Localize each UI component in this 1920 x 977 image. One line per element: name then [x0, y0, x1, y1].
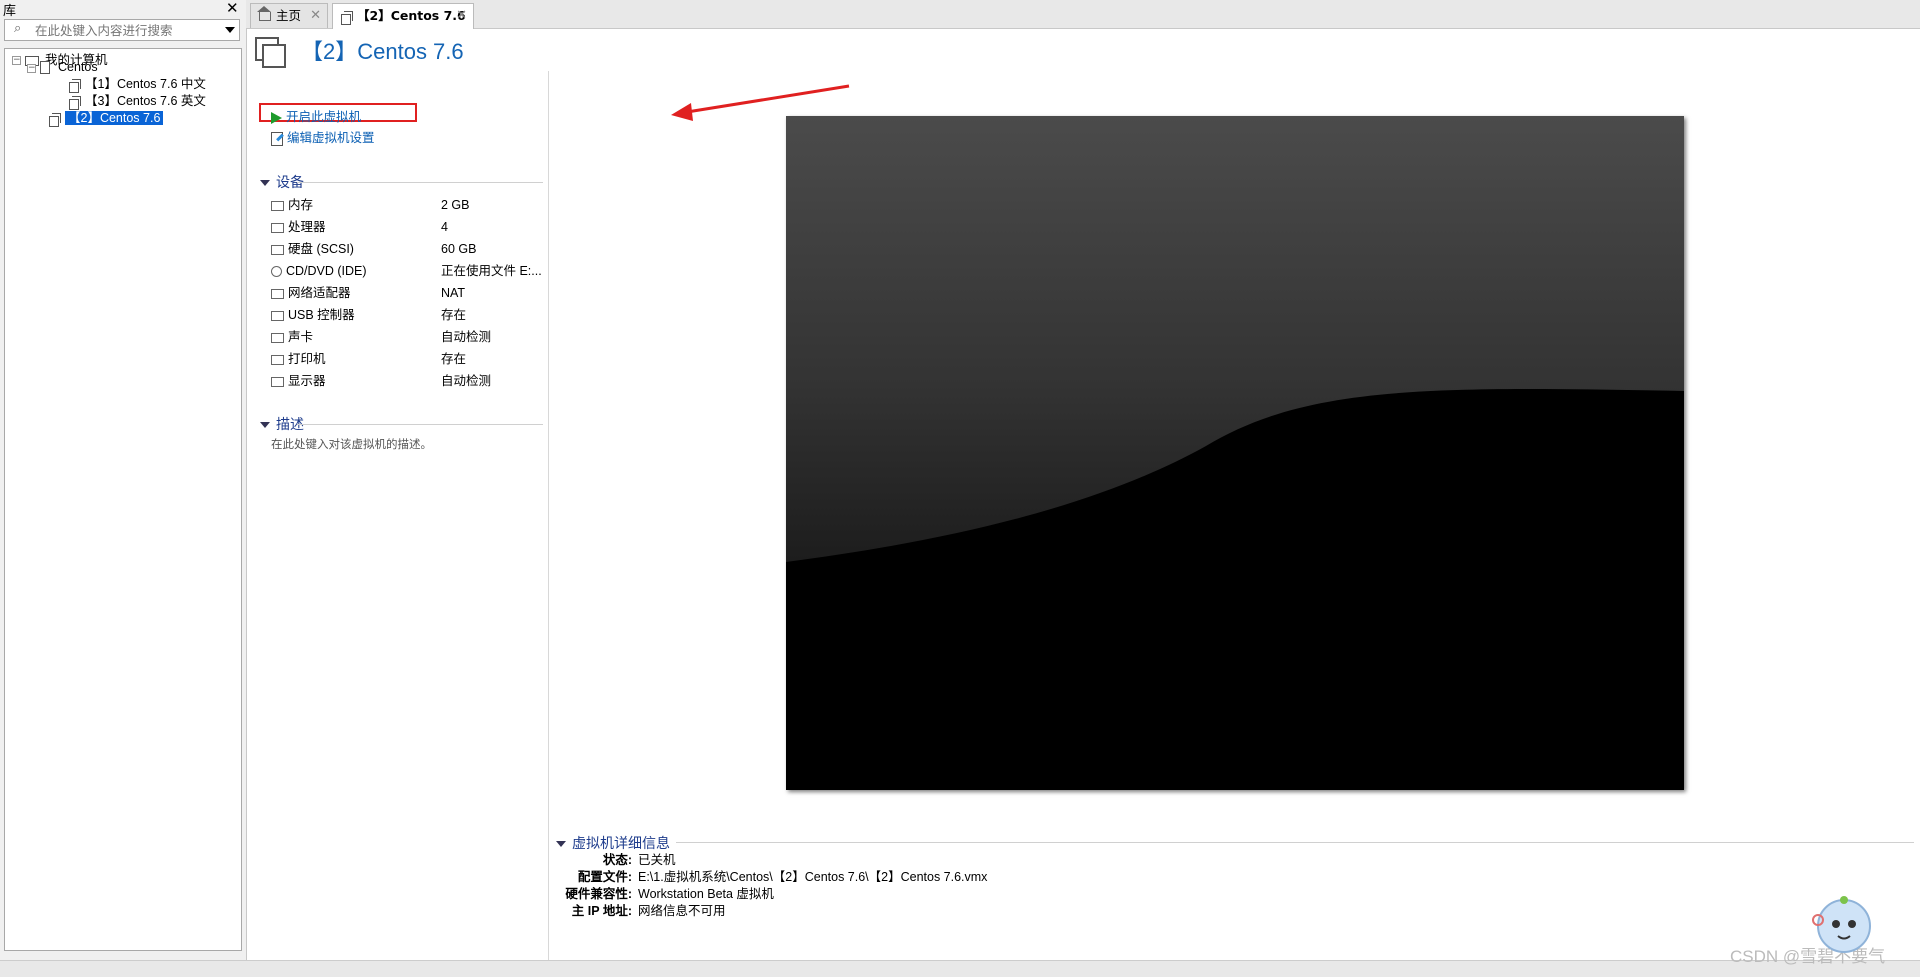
- tree-node-label: Centos: [58, 60, 98, 74]
- device-row-printer[interactable]: 打印机 存在: [271, 348, 541, 370]
- edit-vm-settings-button[interactable]: 编辑虚拟机设置: [271, 127, 375, 146]
- home-icon: [257, 6, 271, 21]
- device-name: CD/DVD (IDE): [286, 264, 367, 278]
- detail-value: 已关机: [638, 853, 676, 867]
- tab-close-icon[interactable]: ✕: [456, 4, 467, 27]
- cpu-icon: [271, 222, 284, 233]
- device-row-network[interactable]: 网络适配器 NAT: [271, 282, 541, 304]
- tab-close-icon[interactable]: ✕: [310, 4, 321, 27]
- collapse-triangle-icon: [556, 841, 566, 848]
- device-value: 2 GB: [441, 198, 470, 212]
- tab-home[interactable]: 主页 ✕: [250, 3, 328, 28]
- device-value: 60 GB: [441, 242, 477, 256]
- detail-key: 状态:: [602, 853, 632, 867]
- library-panel: 库 ✕ ⌕ − 我的计算机 − Centos 【1】Centos 7.6 中文 …: [0, 0, 244, 960]
- tab-centos-2[interactable]: 【2】Centos 7.6 ✕: [332, 3, 474, 29]
- vm-preview-thumbnail[interactable]: [786, 116, 1684, 790]
- device-name: 声卡: [288, 330, 314, 344]
- details-heading: 虚拟机详细信息: [572, 835, 670, 851]
- disk-icon: [271, 244, 284, 255]
- sound-icon: [271, 332, 284, 343]
- printer-icon: [271, 354, 284, 365]
- collapse-triangle-icon: [260, 180, 270, 187]
- main-area: 主页 ✕ 【2】Centos 7.6 ✕ 【2】Centos 7.6 开启此虚拟…: [246, 0, 1920, 960]
- cd-icon: [271, 266, 282, 278]
- vm-icon: [69, 78, 81, 93]
- device-row-display[interactable]: 显示器 自动检测: [271, 370, 541, 392]
- detail-key: 配置文件:: [577, 870, 632, 884]
- library-title: 库: [3, 4, 17, 19]
- library-search-input[interactable]: [33, 22, 217, 40]
- vm-title: 【2】Centos 7.6: [301, 39, 464, 64]
- play-icon: [271, 111, 282, 124]
- memory-icon: [271, 200, 284, 211]
- vm-icon: [341, 10, 353, 25]
- device-name: 硬盘 (SCSI): [288, 242, 354, 256]
- detail-value: E:\1.虚拟机系统\Centos\【2】Centos 7.6\【2】Cento…: [638, 870, 988, 884]
- collapse-triangle-icon: [260, 422, 270, 429]
- edit-icon: [271, 131, 283, 146]
- device-row-cpu[interactable]: 处理器 4: [271, 216, 541, 238]
- device-name: 内存: [288, 198, 314, 212]
- status-bar: [0, 960, 1920, 977]
- device-name: 显示器: [288, 374, 326, 388]
- device-row-sound[interactable]: 声卡 自动检测: [271, 326, 541, 348]
- detail-key: 硬件兼容性:: [565, 887, 632, 901]
- device-row-cd[interactable]: CD/DVD (IDE) 正在使用文件 E:...: [271, 260, 542, 282]
- detail-key: 主 IP 地址:: [571, 904, 632, 918]
- tree-node-vm-3[interactable]: 【3】Centos 7.6 英文: [69, 92, 206, 110]
- display-icon: [271, 376, 284, 387]
- start-vm-label: 开启此虚拟机: [286, 110, 362, 124]
- vm-info-column: 开启此虚拟机 编辑虚拟机设置 设备 内存 2 GB 处理器 4 硬盘 (SCSI) 6…: [247, 71, 549, 960]
- tree-node-centos-folder[interactable]: Centos: [40, 58, 98, 76]
- device-row-disk[interactable]: 硬盘 (SCSI) 60 GB: [271, 238, 541, 260]
- usb-icon: [271, 310, 284, 321]
- mascot-icon: [1812, 896, 1871, 953]
- folder-icon: [40, 61, 50, 75]
- library-close-button[interactable]: ✕: [226, 0, 239, 17]
- divider: [297, 182, 543, 183]
- device-row-memory[interactable]: 内存 2 GB: [271, 194, 541, 216]
- device-name: 网络适配器: [288, 286, 351, 300]
- device-name: USB 控制器: [288, 308, 355, 322]
- tree-node-label-selected: 【2】Centos 7.6: [65, 111, 164, 125]
- device-value: 自动检测: [441, 374, 492, 388]
- divider: [297, 424, 543, 425]
- tree-node-label: 【3】Centos 7.6 英文: [85, 94, 206, 108]
- collapse-icon[interactable]: −: [27, 64, 36, 73]
- search-icon: ⌕: [14, 21, 22, 36]
- details-section-toggle[interactable]: 虚拟机详细信息: [556, 833, 670, 853]
- vm-large-icon: [255, 37, 286, 68]
- tab-bar: 主页 ✕ 【2】Centos 7.6 ✕: [246, 0, 1920, 29]
- device-value: 正在使用文件 E:...: [441, 264, 542, 278]
- vm-icon: [49, 112, 61, 127]
- device-value: 存在: [441, 308, 467, 322]
- network-icon: [271, 288, 284, 299]
- divider: [676, 842, 1914, 843]
- library-tree: − 我的计算机 − Centos 【1】Centos 7.6 中文 【3】Cen…: [4, 48, 242, 951]
- device-name: 处理器: [288, 220, 326, 234]
- vm-icon: [69, 95, 81, 110]
- start-vm-button[interactable]: 开启此虚拟机: [271, 106, 361, 125]
- tree-node-vm-2[interactable]: 【2】Centos 7.6: [49, 109, 164, 127]
- device-value: 自动检测: [441, 330, 492, 344]
- search-dropdown-icon[interactable]: [225, 27, 235, 33]
- tree-node-vm-1[interactable]: 【1】Centos 7.6 中文: [69, 75, 206, 93]
- vm-content: 【2】Centos 7.6 开启此虚拟机 编辑虚拟机设置 设备 内存 2 GB 处…: [246, 29, 1920, 960]
- device-value: 4: [441, 220, 448, 234]
- detail-value: 网络信息不可用: [638, 904, 726, 918]
- tab-label: 主页: [276, 8, 302, 23]
- device-row-usb[interactable]: USB 控制器 存在: [271, 304, 541, 326]
- device-value: NAT: [441, 286, 466, 300]
- detail-value: Workstation Beta 虚拟机: [638, 887, 774, 901]
- device-value: 存在: [441, 352, 467, 366]
- edit-vm-settings-label: 编辑虚拟机设置: [287, 131, 375, 145]
- tree-node-label: 【1】Centos 7.6 中文: [85, 77, 206, 91]
- tab-label: 【2】Centos 7.6: [357, 8, 466, 23]
- collapse-icon[interactable]: −: [12, 56, 21, 65]
- library-search-box[interactable]: ⌕: [4, 19, 240, 41]
- description-input[interactable]: 在此处键入对该虚拟机的描述。: [271, 436, 432, 452]
- device-name: 打印机: [288, 352, 326, 366]
